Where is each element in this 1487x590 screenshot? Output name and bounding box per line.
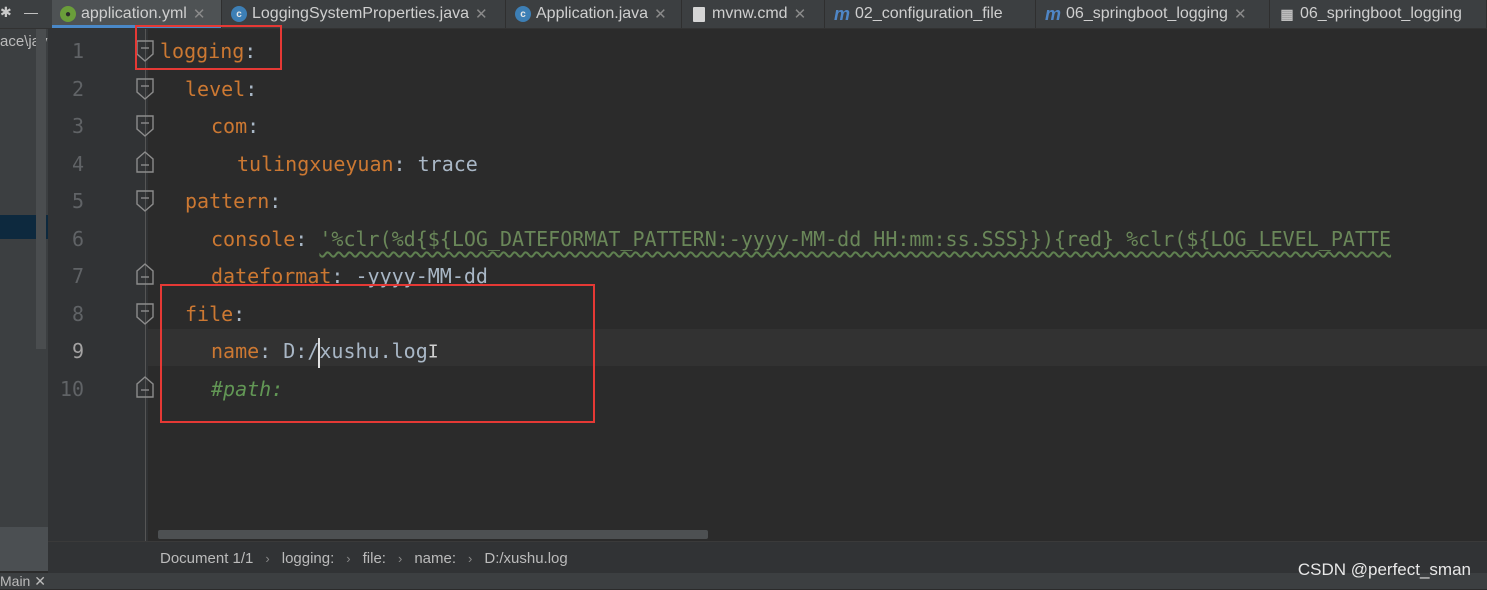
tab-06-springboot-logging[interactable]: m 06_springboot_logging ✕ [1037,0,1270,28]
class-icon: c [231,6,247,22]
project-structure-icon: ▦ [1280,5,1294,22]
tab-label: 02_configuration_file [855,5,1003,22]
yaml-colon: : [245,77,258,101]
tab-label: LoggingSystemProperties.java [252,5,470,22]
minimize-icon[interactable]: — [24,4,38,20]
code-line-5[interactable]: pattern: [185,182,281,220]
breadcrumb: Document 1/1 › logging: › file: › name: … [48,541,1487,574]
close-icon[interactable]: ✕ [34,573,46,589]
tab-06-springboot-logging-structure[interactable]: ▦ 06_springboot_logging [1271,0,1487,28]
close-icon[interactable]: ✕ [794,5,807,23]
code-line-3[interactable]: com: [211,107,259,145]
close-icon[interactable]: ✕ [654,5,667,23]
code-line-2[interactable]: level: [185,70,257,108]
close-icon[interactable]: ✕ [1234,5,1247,23]
run-tool-bar: Main ✕ [0,573,1487,589]
class-icon: c [515,6,531,22]
yaml-colon: : [269,189,282,213]
project-scrollbar[interactable] [36,29,46,349]
fold-collapse-icon[interactable] [136,190,154,212]
yaml-key: console [211,227,296,251]
project-panel-footer [0,527,48,571]
line-number: 3 [71,114,84,138]
line-number: 4 [71,152,84,176]
gutter-divider [145,29,146,541]
tab-label: mvnw.cmd [712,5,788,22]
yaml-string-value: '%clr(%d{${LOG_DATEFORMAT_PATTERN:-yyyy-… [319,227,1392,251]
fold-collapse-icon[interactable] [136,115,154,137]
annotation-box-logging [135,25,282,70]
chevron-right-icon: › [468,550,473,566]
breadcrumb-item-logging[interactable]: logging: [282,550,335,567]
line-number: 5 [71,189,84,213]
fold-collapse-icon[interactable] [136,303,154,325]
tab-label: Application.java [536,5,649,22]
run-tab-main[interactable]: Main ✕ [0,573,46,590]
code-line-6[interactable]: console: '%clr(%d{${LOG_DATEFORMAT_PATTE… [211,220,1391,258]
tab-02-configuration-file[interactable]: m 02_configuration_file [826,0,1036,28]
tab-label: application.yml [81,5,187,22]
close-icon[interactable]: ✕ [193,5,206,23]
yaml-key: pattern [185,189,270,213]
yaml-colon: : [295,227,308,251]
fold-end-icon[interactable] [136,376,154,398]
line-number: 6 [71,227,84,251]
chevron-right-icon: › [346,550,351,566]
yaml-colon: : [247,114,260,138]
breadcrumb-item-file[interactable]: file: [363,550,386,567]
annotation-box-file [160,284,595,423]
line-gutter: 1 2 3 4 5 6 7 8 9 10 [48,29,148,541]
line-number-current: 9 [71,339,84,363]
yaml-colon: : [393,152,406,176]
yaml-value: trace [417,152,478,176]
fold-collapse-icon[interactable] [136,78,154,100]
line-number: 10 [59,377,84,401]
tab-bar-left-controls: ✱ — [0,0,52,28]
line-number: 2 [71,77,84,101]
tab-application-java[interactable]: c Application.java ✕ [507,0,682,28]
tab-label: 06_springboot_logging [1066,5,1228,22]
settings-icon[interactable]: ✱ [0,4,12,21]
line-number: 8 [71,302,84,326]
tab-logging-system-properties[interactable]: c LoggingSystemProperties.java ✕ [223,0,506,28]
line-number: 1 [71,39,84,63]
breadcrumb-item-document[interactable]: Document 1/1 [160,550,253,567]
chevron-right-icon: › [397,550,403,566]
code-line-4[interactable]: tulingxueyuan: trace [237,145,478,183]
fold-end-icon[interactable] [136,151,154,173]
tab-label: 06_springboot_logging [1300,5,1462,22]
maven-icon: m [834,3,851,24]
run-tab-label: Main [0,573,31,589]
yaml-key: level [185,77,246,101]
spring-yaml-icon: ● [60,6,76,22]
breadcrumb-item-value[interactable]: D:/xushu.log [484,550,567,567]
breadcrumb-item-name[interactable]: name: [414,550,456,567]
project-panel: ace\jav [0,29,48,571]
horizontal-scrollbar[interactable] [158,530,708,539]
chevron-right-icon: › [265,550,270,566]
tab-mvnw-cmd[interactable]: mvnw.cmd ✕ [683,0,825,28]
watermark: CSDN @perfect_sman [1297,560,1471,579]
tab-application-yml[interactable]: ● application.yml ✕ [52,0,222,28]
fold-end-icon[interactable] [136,263,154,285]
line-number: 7 [71,264,84,288]
file-icon [691,6,707,22]
close-icon[interactable]: ✕ [475,5,488,23]
yaml-key: tulingxueyuan [237,152,394,176]
maven-icon: m [1045,3,1062,24]
yaml-key: com [211,114,248,138]
